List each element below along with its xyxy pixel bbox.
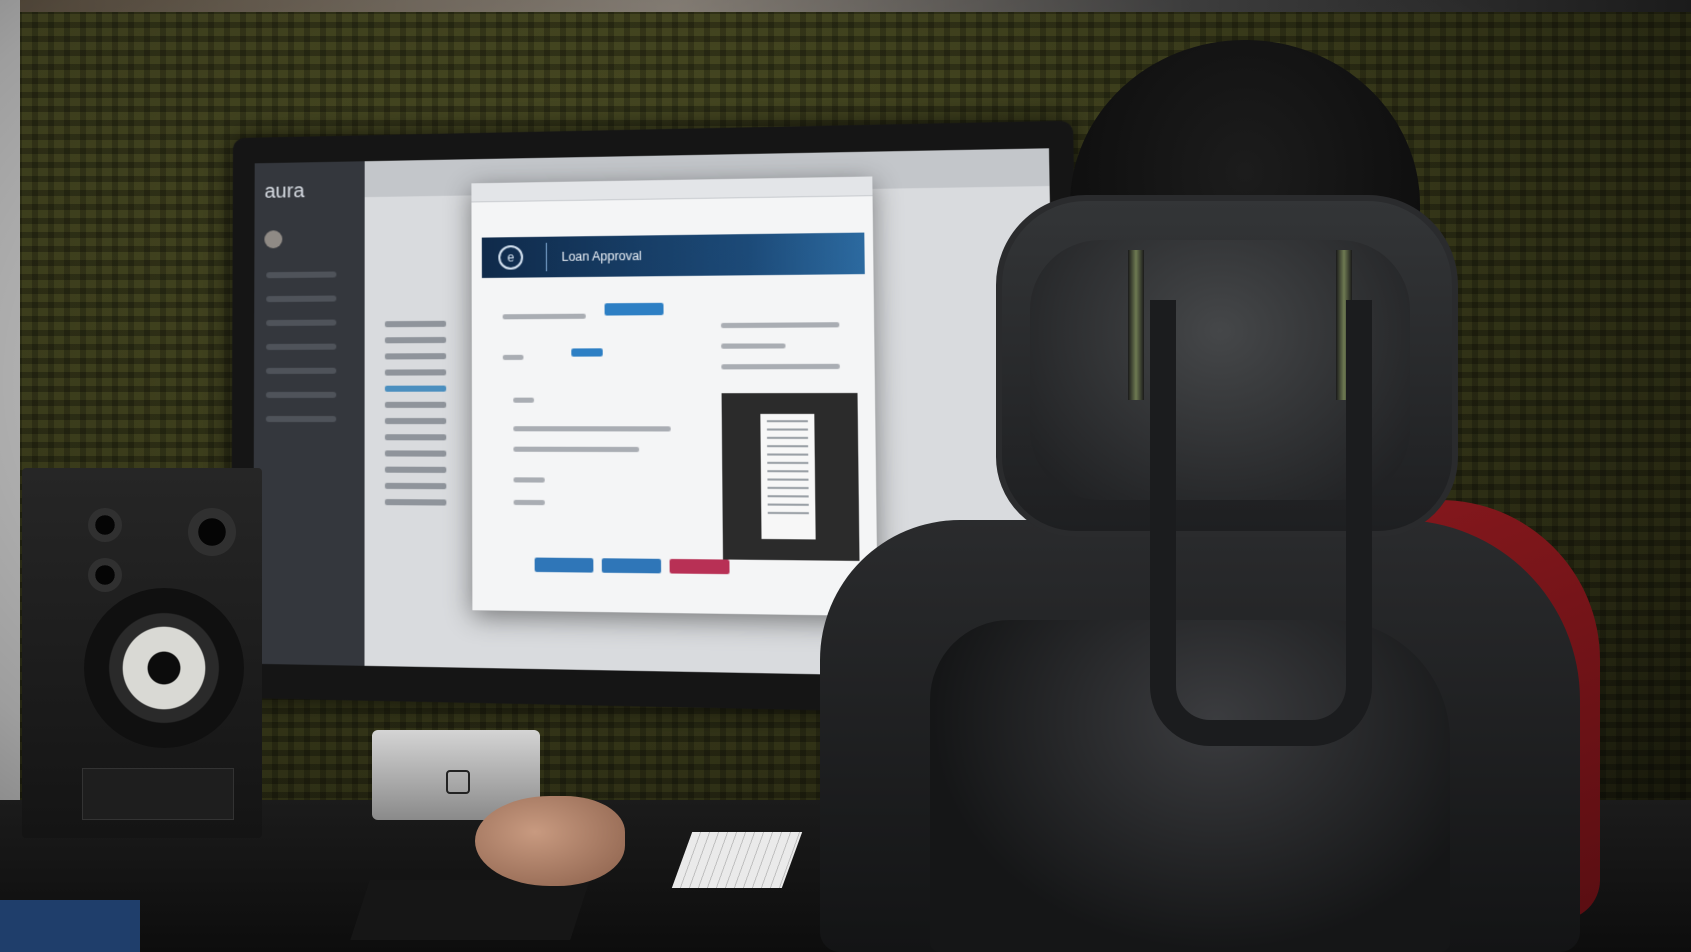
document-page [760,413,816,540]
photo-scene: aura e Loan Approval [0,0,1691,952]
keyboard [671,832,803,888]
app-user [264,230,283,249]
hand [475,796,625,886]
dialog-primary-action [604,302,664,316]
avatar [264,230,283,249]
mousepad [350,880,590,940]
dialog-banner: e Loan Approval [481,232,865,279]
dialog-button-1 [534,557,594,573]
chair-frame [1150,300,1372,746]
speaker-label-plate [82,768,234,820]
desk-corner [0,900,140,952]
dialog-title: Loan Approval [561,248,642,264]
speaker-woofer [84,588,244,748]
loan-dialog: e Loan Approval [471,176,878,617]
app-logo: aura [264,180,305,203]
speaker-tweeter [88,508,122,542]
brand-icon: e [498,245,524,270]
app-list [384,311,447,516]
mini-pc-logo [446,770,470,794]
speaker-port [88,558,122,592]
app-nav [265,271,337,440]
document-preview [721,392,860,561]
speaker [22,468,262,838]
speaker-tweeter-2 [188,508,236,556]
headrest-post-left [1128,250,1144,400]
dialog-button-3 [669,558,730,575]
dialog-button-2 [601,558,662,574]
app-sidebar: aura [253,161,365,666]
